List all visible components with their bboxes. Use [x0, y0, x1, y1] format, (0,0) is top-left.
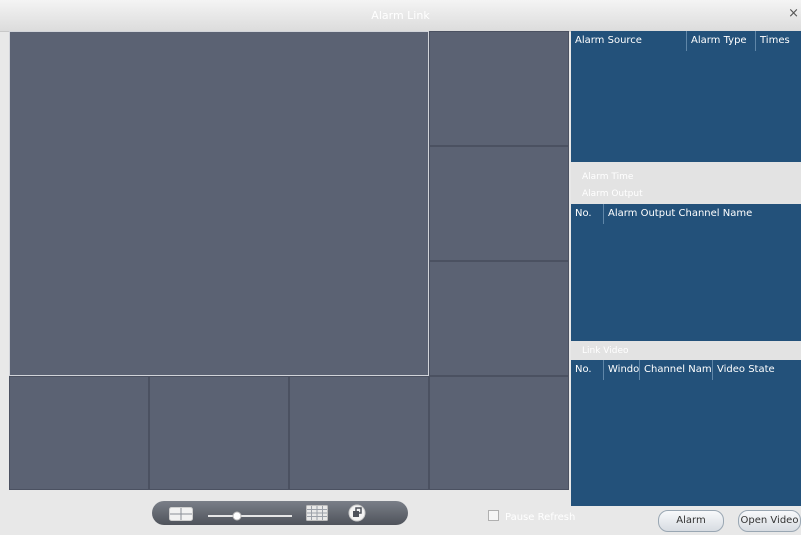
column-alarm-output-channel-name[interactable]: Alarm Output Channel Name: [604, 204, 801, 224]
alarm-output-header: No. Alarm Output Channel Name: [571, 204, 801, 224]
column-no[interactable]: No.: [571, 360, 604, 380]
checkbox-icon[interactable]: [488, 510, 499, 521]
video-pane-5[interactable]: [9, 376, 149, 490]
layout-2x2-icon[interactable]: [169, 506, 193, 521]
pause-refresh-label: Pause Refresh: [505, 512, 576, 523]
column-times[interactable]: Times: [756, 31, 801, 51]
column-window[interactable]: Windo: [604, 360, 640, 380]
close-icon[interactable]: ×: [788, 6, 799, 21]
alarm-panel: Alarm Source Alarm Type Times Alarm Time…: [571, 31, 801, 506]
video-pane-8[interactable]: [429, 376, 569, 490]
column-video-state[interactable]: Video State: [713, 360, 801, 380]
column-alarm-type[interactable]: Alarm Type: [687, 31, 756, 51]
video-pane-2[interactable]: [429, 31, 569, 146]
link-video-header: No. Windo Channel Name Video State: [571, 360, 801, 380]
alarm-output-label: Alarm Output: [571, 186, 801, 202]
view-toolbar: [152, 501, 408, 525]
video-pane-4[interactable]: [429, 261, 569, 376]
alarm-output-list[interactable]: [571, 224, 801, 341]
pause-refresh-checkbox[interactable]: Pause Refresh: [488, 510, 575, 523]
open-video-button[interactable]: Open Video: [738, 510, 801, 532]
alarm-source-list[interactable]: [571, 51, 801, 162]
window-title: Alarm Link: [371, 9, 430, 22]
video-pane-7[interactable]: [289, 376, 429, 490]
column-channel-name[interactable]: Channel Name: [640, 360, 713, 380]
title-bar: Alarm Link ×: [0, 0, 801, 32]
alarm-time-label: Alarm Time: [571, 169, 801, 185]
column-no[interactable]: No.: [571, 204, 604, 224]
layout-grid-icon[interactable]: [306, 505, 328, 521]
fullscreen-icon[interactable]: [348, 504, 366, 522]
alarm-button[interactable]: Alarm: [658, 510, 724, 532]
alarm-source-header: Alarm Source Alarm Type Times: [571, 31, 801, 51]
link-video-list[interactable]: [571, 380, 801, 506]
link-video-label: Link Video: [571, 343, 801, 359]
video-pane-3[interactable]: [429, 146, 569, 261]
video-grid: [9, 31, 569, 490]
zoom-slider[interactable]: [208, 507, 292, 521]
video-pane-1[interactable]: [9, 31, 429, 376]
video-pane-6[interactable]: [149, 376, 289, 490]
column-alarm-source[interactable]: Alarm Source: [571, 31, 687, 51]
